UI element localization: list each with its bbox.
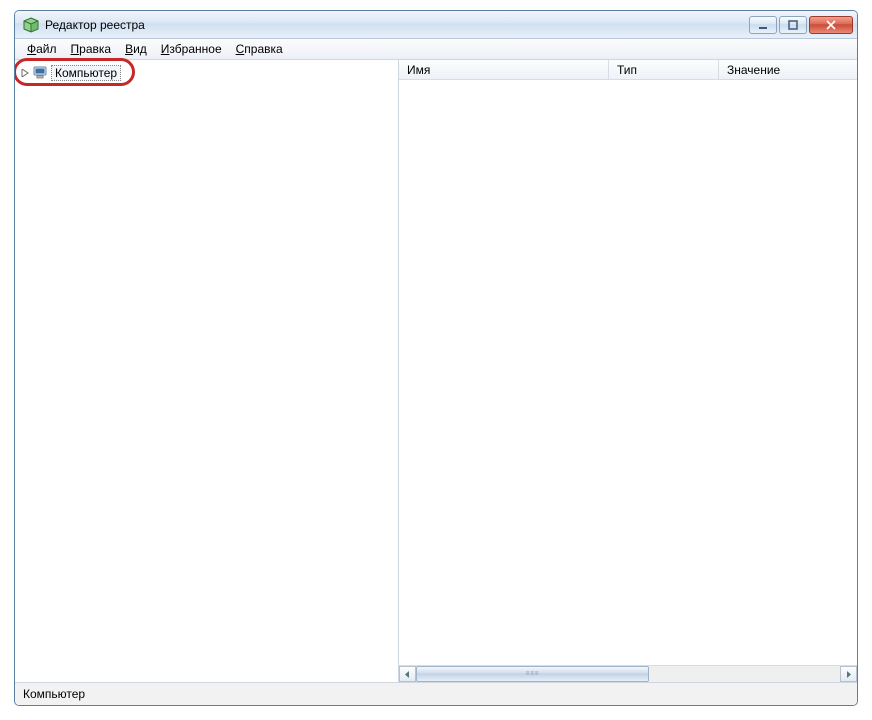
scroll-left-button[interactable] <box>399 666 416 682</box>
maximize-button[interactable] <box>779 16 807 34</box>
column-type[interactable]: Тип <box>609 60 719 79</box>
tree-pane[interactable]: Компьютер <box>15 60 399 682</box>
menubar: Файл Правка Вид Избранное Справка <box>15 39 857 60</box>
maximize-icon <box>788 20 798 30</box>
list-header: Имя Тип Значение <box>399 60 857 80</box>
window-title: Редактор реестра <box>45 18 749 32</box>
app-window: Редактор реестра Файл Правка Вид Избранн… <box>14 10 858 706</box>
chevron-right-icon <box>845 671 852 678</box>
workspace: Компьютер Имя Тип Значение ≡≡≡ <box>15 60 857 683</box>
triangle-right-icon <box>21 69 29 77</box>
scroll-thumb[interactable]: ≡≡≡ <box>416 666 649 682</box>
tree-root-label[interactable]: Компьютер <box>51 65 121 81</box>
tree-expander[interactable] <box>19 67 31 79</box>
statusbar: Компьютер <box>15 683 857 705</box>
close-button[interactable] <box>809 16 853 34</box>
menu-edit[interactable]: Правка <box>65 40 118 58</box>
column-value[interactable]: Значение <box>719 60 857 79</box>
scroll-track[interactable]: ≡≡≡ <box>416 666 840 682</box>
titlebar[interactable]: Редактор реестра <box>15 11 857 39</box>
list-body[interactable] <box>399 80 857 665</box>
minimize-button[interactable] <box>749 16 777 34</box>
chevron-left-icon <box>404 671 411 678</box>
menu-file[interactable]: Файл <box>21 40 63 58</box>
regedit-cube-icon <box>23 17 39 33</box>
minimize-icon <box>758 20 768 30</box>
statusbar-text: Компьютер <box>23 687 85 701</box>
horizontal-scrollbar[interactable]: ≡≡≡ <box>399 665 857 682</box>
scroll-right-button[interactable] <box>840 666 857 682</box>
menu-help[interactable]: Справка <box>230 40 289 58</box>
menu-favorites[interactable]: Избранное <box>155 40 228 58</box>
window-buttons <box>749 16 857 34</box>
menu-view[interactable]: Вид <box>119 40 153 58</box>
tree-root-item[interactable]: Компьютер <box>19 64 121 82</box>
close-icon <box>826 20 836 30</box>
column-name[interactable]: Имя <box>399 60 609 79</box>
computer-icon <box>33 65 49 81</box>
list-pane: Имя Тип Значение ≡≡≡ <box>399 60 857 682</box>
